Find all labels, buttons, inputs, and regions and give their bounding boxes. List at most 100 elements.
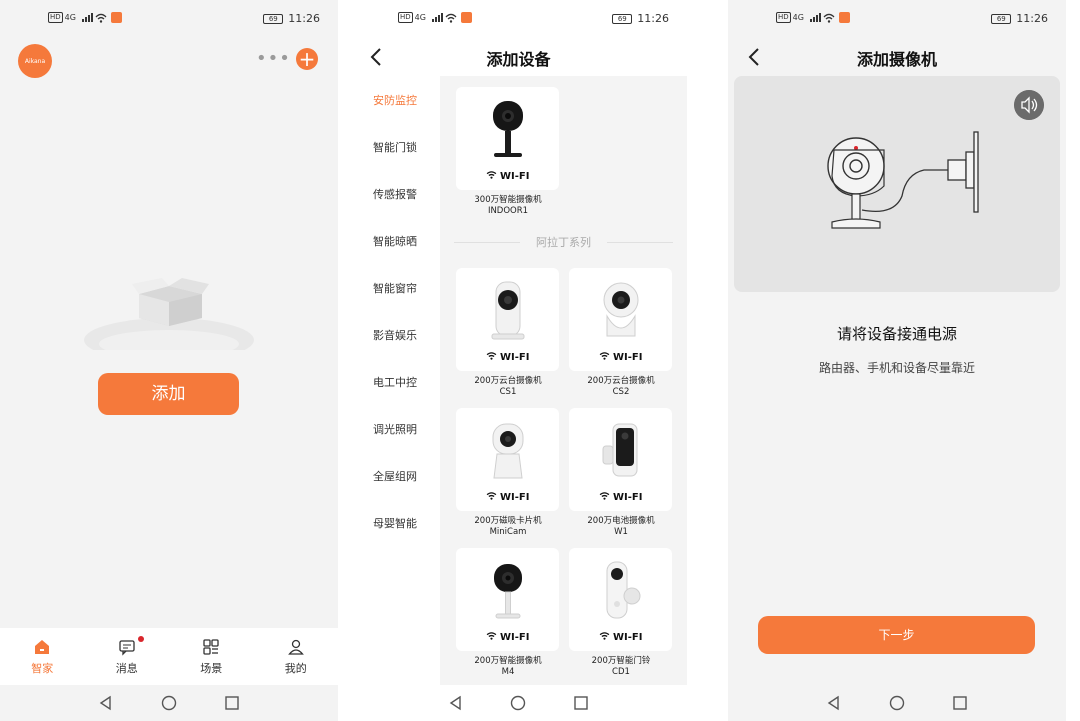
wifi-text: WI-FI [500,632,530,643]
add-plus-button[interactable]: + [296,48,318,70]
battery-icon: 69 [612,13,633,24]
nav-home-icon[interactable] [161,695,177,711]
device-title: 300万智能摄像机 [474,195,542,205]
tab-profile[interactable]: 我的 [254,628,339,685]
bottom-tab-bar: 智家 消息 场景 我的 [0,628,338,685]
wifi-text: WI-FI [500,171,530,182]
category-list: 安防监控 智能门锁 传感报警 智能晾晒 智能窗帘 影音娱乐 电工中控 调光照明 … [350,76,440,685]
tab-messages[interactable]: 消息 [85,628,170,685]
system-nav-bar [0,685,338,721]
home-screen: HD 4G 69 11:26 Aikana ••• + 添加 智家 消息 场景 … [0,0,338,721]
device-model: INDOOR1 [487,206,529,216]
tab-label: 场景 [200,661,223,675]
wifi-text: WI-FI [613,352,643,363]
device-title: 200万智能摄像机 [474,656,542,666]
battery-icon: 69 [263,13,284,24]
wifi-icon [486,352,496,360]
wifi-label: WI-FI [569,352,672,363]
category-item[interactable]: 智能窗帘 [350,264,440,311]
device-model: MiniCam [489,527,527,537]
category-item[interactable]: 全屋组网 [350,452,440,499]
nav-recents-icon[interactable] [224,695,240,711]
wifi-label: WI-FI [569,632,672,643]
status-bar: HD 4G 69 11:26 [728,0,1066,40]
camera-cs1-icon [491,281,524,340]
device-card[interactable]: WI-FI [569,268,672,371]
back-arrow-icon[interactable] [366,46,388,68]
wifi-label: WI-FI [456,352,559,363]
category-item[interactable]: 智能晾晒 [350,217,440,264]
network-label: 4G [792,13,804,22]
scene-icon [203,638,219,655]
next-step-button[interactable]: 下一步 [758,616,1035,654]
signal-icon [431,13,443,22]
device-card[interactable]: WI-FI [456,408,559,511]
device-model: M4 [501,667,515,677]
network-label: 4G [64,13,76,22]
device-name: 200万电池摄像机 W1 [563,516,679,538]
device-title: 200万电池摄像机 [587,516,655,526]
device-card[interactable]: WI-FI [456,87,559,190]
series-divider: 阿拉丁系列 [454,234,673,250]
nav-back-icon[interactable] [826,695,842,711]
add-camera-screen: HD 4G 69 11:26 添加摄像机 请将设备接通电源 路由器、手机和设备尽… [728,0,1066,721]
nav-back-icon[interactable] [448,695,464,711]
hd-icon: HD [398,12,413,23]
category-item[interactable]: 传感报警 [350,170,440,217]
clock: 11:26 [288,12,320,25]
hd-icon: HD [48,12,63,23]
wifi-label: WI-FI [456,171,559,182]
category-item[interactable]: 电工中控 [350,358,440,405]
nav-recents-icon[interactable] [952,695,968,711]
app-notification-icon [460,12,472,23]
network-label: 4G [414,13,426,22]
nav-recents-icon[interactable] [573,695,589,711]
battery-icon: 69 [991,13,1012,24]
tab-label: 我的 [284,661,307,675]
brand-logo[interactable]: Aikana [18,44,52,78]
device-card[interactable]: WI-FI [569,408,672,511]
camera-plug-drawing [827,131,979,229]
add-device-button[interactable]: 添加 [98,373,239,415]
instruction-title: 请将设备接通电源 [836,325,957,343]
instruction-hint: 路由器、手机和设备尽量靠近 [818,361,975,375]
device-grid: WI-FI 300万智能摄像机 INDOOR1 阿拉丁系列 WI-FI 200万… [440,76,687,685]
app-notification-icon [110,12,122,23]
device-model: W1 [614,527,628,537]
page-title: 添加设备 [486,50,551,69]
wifi-text: WI-FI [613,632,643,643]
device-card[interactable]: WI-FI [456,268,559,371]
status-bar: HD 4G 69 11:26 [0,0,338,40]
nav-back-icon[interactable] [98,695,114,711]
device-model: CS2 [612,387,630,397]
wifi-icon [486,632,496,640]
home-icon [35,639,50,654]
more-menu-icon[interactable]: ••• [256,50,291,68]
clock: 11:26 [637,12,669,25]
back-arrow-icon[interactable] [744,46,766,68]
wifi-label: WI-FI [456,492,559,503]
speaker-icon[interactable] [1014,90,1044,120]
system-nav-bar [728,685,1066,721]
wifi-status-icon [95,13,107,23]
device-card[interactable]: WI-FI [456,548,559,651]
nav-home-icon[interactable] [510,695,526,711]
device-name: 200万智能摄像机 M4 [450,656,566,678]
category-item[interactable]: 影音娱乐 [350,311,440,358]
nav-home-icon[interactable] [889,695,905,711]
category-item[interactable]: 调光照明 [350,405,440,452]
camera-indoor-icon [492,101,523,157]
category-item[interactable]: 安防监控 [350,76,440,123]
tab-scenes[interactable]: 场景 [169,628,254,685]
signal-icon [81,13,93,22]
tab-home[interactable]: 智家 [0,628,85,685]
wifi-icon [486,171,496,179]
device-name: 200万云台摄像机 CS2 [563,376,679,398]
category-item[interactable]: 智能门锁 [350,123,440,170]
camera-m4-icon [493,564,522,619]
message-icon [119,639,135,656]
category-item[interactable]: 母婴智能 [350,499,440,546]
hd-icon: HD [776,12,791,23]
device-title: 200万智能门铃 [591,656,651,666]
device-card[interactable]: WI-FI [569,548,672,651]
